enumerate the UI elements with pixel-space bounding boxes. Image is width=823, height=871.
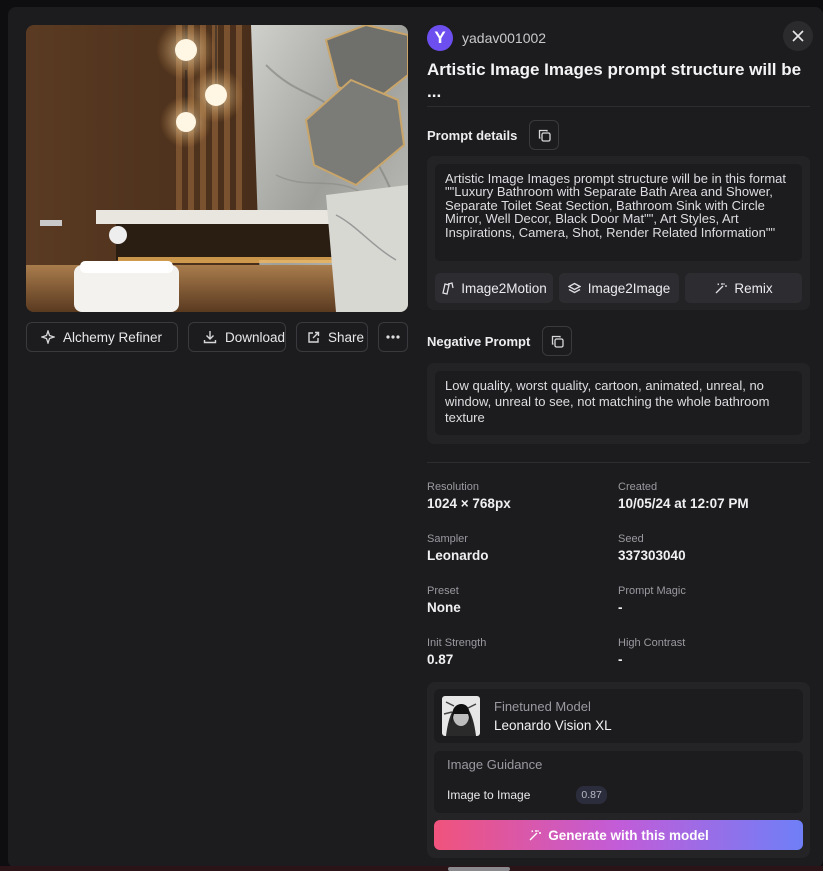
negative-prompt-text[interactable]: Low quality, worst quality, cartoon, ani… [435,371,802,435]
meta-label: Created [618,481,658,493]
image2motion-label: Image2Motion [461,280,547,296]
external-link-icon [308,331,320,343]
meta-prompt-magic: Prompt Magic - [618,585,798,615]
image-guidance: Image Guidance Image to Image 0.87 [434,751,803,813]
meta-label: Seed [618,533,644,545]
motion-icon [442,281,454,295]
copy-prompt-button[interactable] [529,120,560,150]
magic-wand-icon [529,829,542,840]
meta-preset: Preset None [427,585,607,615]
prompt-card: Artistic Image Images prompt structure w… [427,156,810,310]
meta-value: Leonardo [427,548,489,563]
title-divider [427,106,810,107]
image-detail-modal: Alchemy Refiner Download Share Y yadav00… [8,7,823,868]
image-to-image-strength-badge: 0.87 [576,786,607,804]
image2image-button[interactable]: Image2Image [559,273,679,303]
generate-label: Generate with this model [548,827,709,843]
meta-value: 10/05/24 at 12:07 PM [618,496,749,511]
meta-divider [427,462,810,463]
prompt-tools: Image2Motion Image2Image Remix [435,273,802,303]
meta-label: High Contrast [618,637,686,649]
meta-value: 337303040 [618,548,686,563]
meta-init-strength: Init Strength 0.87 [427,637,607,667]
copy-icon [551,335,564,348]
meta-label: Preset [427,585,459,597]
more-options-button[interactable] [378,322,408,352]
copy-icon [538,129,551,142]
share-button[interactable]: Share [296,322,368,352]
meta-value: - [618,600,623,615]
sparkle-icon [41,330,55,344]
image2image-label: Image2Image [587,280,671,296]
image-guidance-title: Image Guidance [447,757,543,772]
meta-created: Created 10/05/24 at 12:07 PM [618,481,798,511]
download-label: Download [225,329,286,345]
negative-prompt-heading: Negative Prompt [427,333,531,349]
prompt-details-header: Prompt details [427,120,560,150]
page-title: Artistic Image Images prompt structure w… [427,60,802,101]
meta-sampler: Sampler Leonardo [427,533,607,563]
download-icon [203,331,217,344]
meta-value: - [618,652,623,667]
share-label: Share [328,329,365,345]
ellipsis-icon [386,335,400,339]
copy-negative-prompt-button[interactable] [542,326,573,356]
model-name: Leonardo Vision XL [494,718,612,733]
generate-with-model-button[interactable]: Generate with this model [434,820,803,850]
bottom-scroll-area [0,866,823,871]
remix-label: Remix [734,280,773,296]
negative-prompt-card: Low quality, worst quality, cartoon, ani… [427,363,810,444]
meta-label: Prompt Magic [618,585,686,597]
download-button[interactable]: Download [188,322,286,352]
avatar[interactable]: Y [427,25,453,51]
model-thumbnail [442,696,480,736]
model-label: Finetuned Model [494,699,591,714]
meta-seed: Seed 337303040 [618,533,798,563]
image-guidance-row: Image to Image 0.87 [447,786,790,804]
meta-label: Sampler [427,533,468,545]
negative-prompt-header: Negative Prompt [427,326,573,356]
close-icon [792,30,804,42]
meta-value: 1024 × 768px [427,496,511,511]
model-card: Finetuned Model Leonardo Vision XL Image… [427,682,810,858]
image-to-image-label: Image to Image [447,788,531,802]
generated-image[interactable] [26,25,408,312]
layers-icon [567,282,581,293]
close-button[interactable] [783,21,813,51]
alchemy-refiner-button[interactable]: Alchemy Refiner [26,322,178,352]
meta-label: Resolution [427,481,479,493]
author[interactable]: Y yadav001002 [427,25,546,51]
scrollbar-thumb[interactable] [448,867,510,871]
alchemy-refiner-label: Alchemy Refiner [63,329,163,345]
image2motion-button[interactable]: Image2Motion [435,273,553,303]
meta-high-contrast: High Contrast - [618,637,798,667]
author-name[interactable]: yadav001002 [462,30,546,46]
meta-value: None [427,600,461,615]
prompt-details-heading: Prompt details [427,127,518,143]
prompt-text[interactable]: Artistic Image Images prompt structure w… [435,164,802,261]
image-action-bar: Alchemy Refiner Download Share [26,322,408,352]
finetuned-model[interactable]: Finetuned Model Leonardo Vision XL [434,689,803,743]
remix-button[interactable]: Remix [685,273,802,303]
meta-resolution: Resolution 1024 × 768px [427,481,607,511]
magic-wand-icon [715,282,728,293]
meta-label: Init Strength [427,637,487,649]
meta-value: 0.87 [427,652,454,667]
